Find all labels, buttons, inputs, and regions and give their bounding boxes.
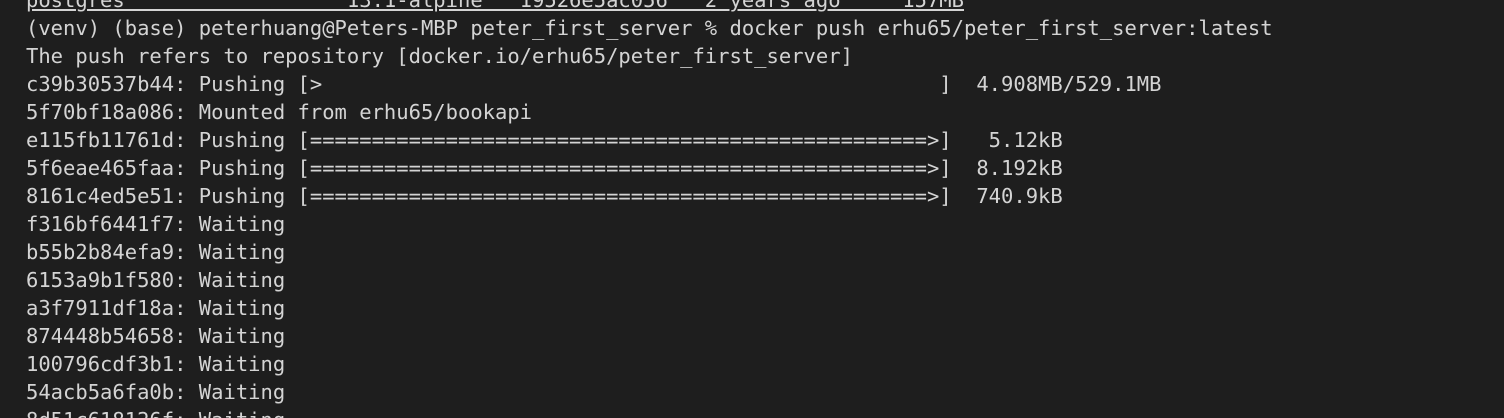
layer-line: 8d51c618126f: Waiting [26, 406, 1504, 418]
layer-line: a3f7911df18a: Waiting [26, 296, 286, 320]
terminal-output: postgres 13.1-alpine 19526e5ac056 2 year… [26, 0, 1504, 418]
layer-line: 54acb5a6fa0b: Waiting [26, 380, 286, 404]
layer-line: b55b2b84efa9: Waiting [26, 240, 286, 264]
terminal-repo-line: The push refers to repository [docker.io… [26, 44, 853, 68]
terminal-prompt-line: (venv) (base) peterhuang@Peters-MBP pete… [26, 16, 1273, 40]
terminal-line-partial: postgres 13.1-alpine 19526e5ac056 2 year… [26, 0, 964, 12]
layer-line: 5f6eae465faa: Pushing [=================… [26, 156, 1063, 180]
layer-line: e115fb11761d: Pushing [=================… [26, 128, 1063, 152]
layer-line: f316bf6441f7: Waiting [26, 212, 286, 236]
layer-line: c39b30537b44: Pushing [> ] 4.908MB/529.1… [26, 72, 1162, 96]
terminal-window[interactable]: postgres 13.1-alpine 19526e5ac056 2 year… [0, 0, 1504, 418]
layer-line: 874448b54658: Waiting [26, 324, 286, 348]
layer-line: 5f70bf18a086: Mounted from erhu65/bookap… [26, 100, 533, 124]
layer-line: 100796cdf3b1: Waiting [26, 352, 286, 376]
layer-line: 8161c4ed5e51: Pushing [=================… [26, 184, 1063, 208]
layer-line: 6153a9b1f580: Waiting [26, 268, 286, 292]
